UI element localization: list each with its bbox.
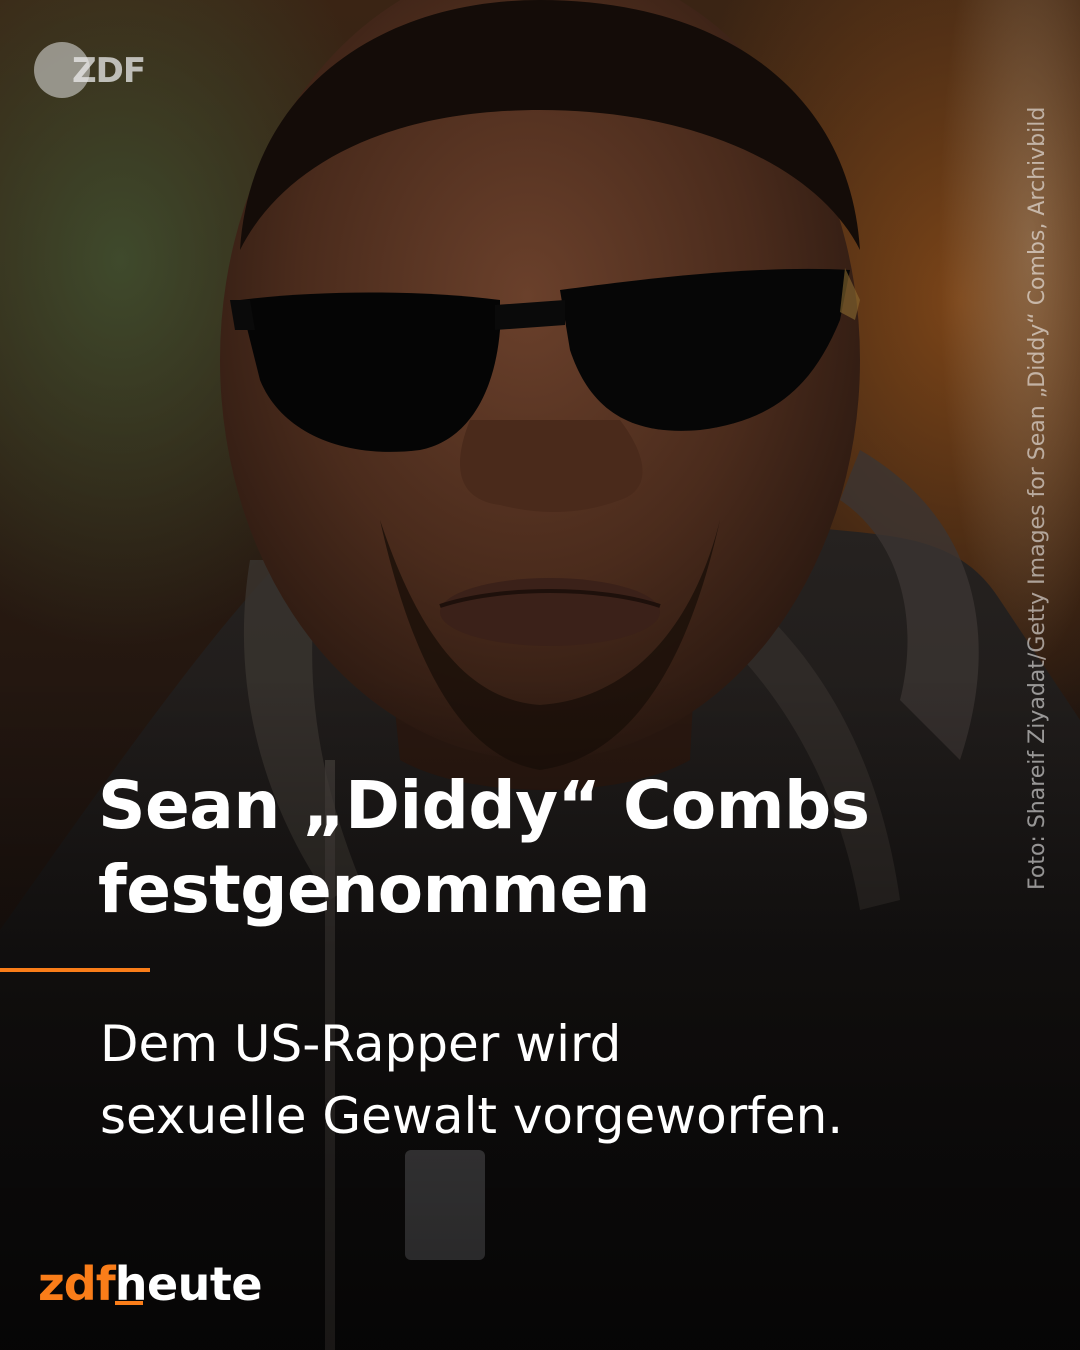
brand-underline-icon xyxy=(114,1301,143,1305)
brand-part-zdf: zdf xyxy=(38,1257,116,1311)
photo-credit: Foto: Shareif Ziyadat/Getty Images for S… xyxy=(1016,40,1060,890)
brand-part-heute: heute xyxy=(114,1257,263,1311)
headline: Sean „Diddy“ Combs festgenommen xyxy=(98,767,870,928)
photo-credit-text: Foto: Shareif Ziyadat/Getty Images for S… xyxy=(1025,106,1050,890)
zdfheute-logo: zdfheute xyxy=(38,1254,263,1314)
subline: Dem US-Rapper wird sexuelle Gewalt vorge… xyxy=(100,1015,844,1145)
zdf-watermark-logo: ZDF xyxy=(34,42,146,98)
zdf-watermark-text: ZDF xyxy=(72,51,146,91)
accent-rule xyxy=(0,968,150,972)
